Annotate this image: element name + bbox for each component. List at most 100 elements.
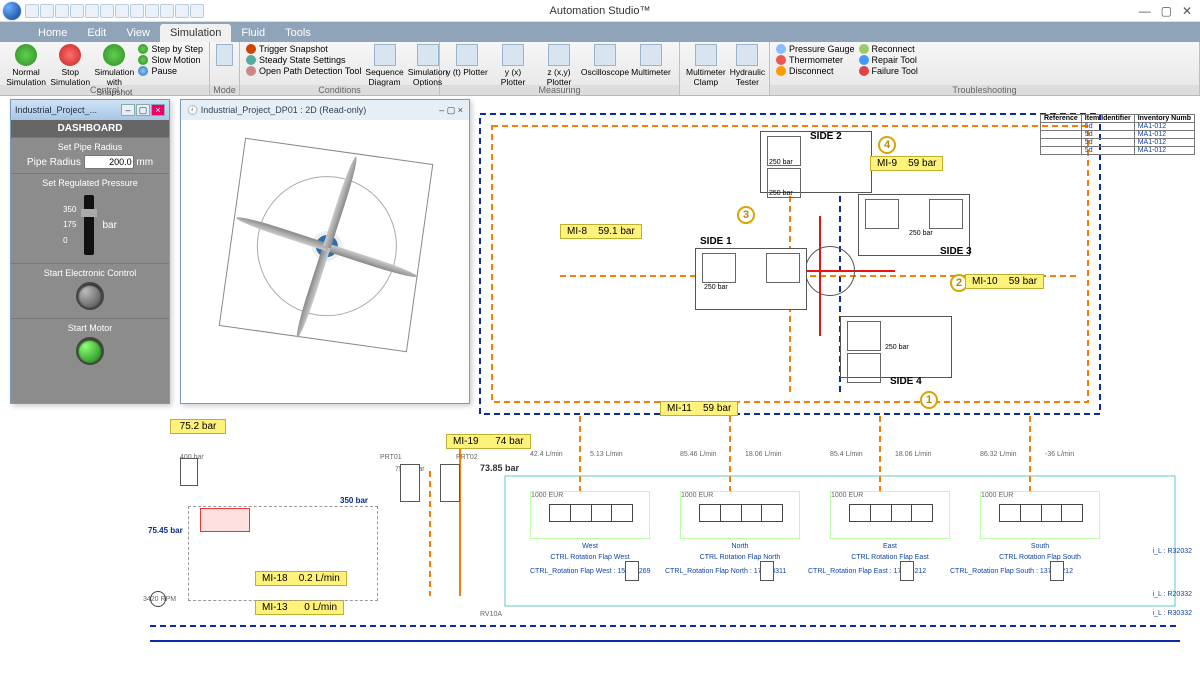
prt01-valve [400,464,420,502]
close-button[interactable]: ✕ [1182,4,1192,18]
valve-south: 1000 EUR South CTRL Rotation Flap South [980,491,1100,539]
repair-tool-button[interactable]: Repair Tool [859,55,918,65]
yx-plotter-button[interactable]: y (x) Plotter [492,44,534,87]
flow-b1: 85.46 L/min [680,451,717,458]
step-by-step-button[interactable]: Step by Step [138,44,203,54]
rlabel-2[interactable]: i_L : R20332 [1153,591,1192,598]
valve-north: 1000 EUR North CTRL Rotation Flap North [680,491,800,539]
qat-btn[interactable] [160,4,174,18]
qat-btn[interactable] [40,4,54,18]
qat-btn[interactable] [115,4,129,18]
ml75-label: 75.2 bar [170,419,226,434]
disconnect-button[interactable]: Disconnect [776,66,855,76]
qat-btn[interactable] [25,4,39,18]
dashboard-titlebar[interactable]: Industrial_Project_... –▢× [11,100,169,120]
qat-btn[interactable] [100,4,114,18]
stop-icon [59,44,81,66]
start-motor-button[interactable] [76,337,104,365]
steady-icon [246,55,256,65]
yt-plotter-button[interactable]: y (t) Plotter [446,44,488,77]
flow-a2: 5.13 L/min [590,451,623,458]
multimeter-clamp-button[interactable]: Multimeter Clamp [686,44,726,87]
rlabel-1[interactable]: i_L : R32032 [1153,548,1192,555]
qat-btn[interactable] [55,4,69,18]
pipe-radius-unit: mm [136,157,153,168]
pressure-350: 350 bar [340,496,368,505]
flow-d1: 86.32 L/min [980,451,1017,458]
play-icon [138,44,148,54]
normal-simulation-button[interactable]: Normal Simulation [6,44,46,87]
child-max-button[interactable]: ▢ [136,104,150,116]
pause-button[interactable]: Pause [138,66,203,76]
child-min-button[interactable]: – [121,104,135,116]
valve-east: 1000 EUR East CTRL Rotation Flap East [830,491,950,539]
qat-btn[interactable] [85,4,99,18]
motor-symbol [150,591,166,607]
pipe-radius-input[interactable] [84,155,134,169]
view3d-canvas[interactable] [181,120,469,403]
tab-home[interactable]: Home [28,24,77,42]
tab-fluid[interactable]: Fluid [231,24,275,42]
rv10a: RV10A [480,611,502,618]
app-orb-icon[interactable] [3,2,21,20]
qat-btn[interactable] [70,4,84,18]
child-max-button[interactable]: ▢ [447,105,456,115]
reconnect-button[interactable]: Reconnect [859,44,918,54]
child-min-button[interactable]: – [439,105,444,115]
bar-unit: bar [102,220,116,231]
thermometer-icon [776,55,786,65]
start-ec-button[interactable] [76,282,104,310]
trigger-snapshot-button[interactable]: Trigger Snapshot [246,44,361,54]
mode-button[interactable] [216,44,233,66]
mi13-label: MI-13 0 L/min [255,600,344,615]
workspace[interactable]: 250 bar 250 bar SIDE 2 250 bar SIDE 1 25… [0,96,1200,674]
valve-west: 1000 EUR West CTRL Rotation Flap West [530,491,650,539]
view3d-window[interactable]: 🕘 Industrial_Project_DP01 : 2D (Read-onl… [180,99,470,404]
multimeter-button[interactable]: Multimeter [630,44,672,77]
play-icon [138,55,148,65]
tab-edit[interactable]: Edit [77,24,116,42]
dashboard-header: DASHBOARD [11,120,169,137]
child-close-button[interactable]: × [458,105,463,115]
failure-icon [859,66,869,76]
quick-access-toolbar [25,4,204,18]
ribbon: Normal Simulation Stop Simulation Simula… [0,42,1200,96]
flow-c2: 18.06 L/min [895,451,932,458]
iris-mechanism [219,138,434,353]
steady-state-button[interactable]: Steady State Settings [246,55,361,65]
prt01: PRT01 [380,454,402,461]
side2-label: SIDE 2 [810,131,842,142]
slow-motion-button[interactable]: Slow Motion [138,55,203,65]
group-label: Troubleshooting [770,85,1199,95]
qat-btn[interactable] [130,4,144,18]
failure-tool-button[interactable]: Failure Tool [859,66,918,76]
qat-btn[interactable] [190,4,204,18]
mi9-label: MI-9 59 bar [870,156,943,171]
maximize-button[interactable]: ▢ [1161,4,1172,18]
sequence-diagram-button[interactable]: Sequence Diagram [365,44,403,87]
slider-handle[interactable] [81,209,97,217]
tab-tools[interactable]: Tools [275,24,321,42]
mi8-label: MI-8 59.1 bar [560,224,642,239]
pressure-gauge-button[interactable]: Pressure Gauge [776,44,855,54]
hydraulic-tester-button[interactable]: Hydraulic Tester [730,44,765,87]
minimize-button[interactable]: — [1139,4,1151,18]
qat-btn[interactable] [175,4,189,18]
child-close-button[interactable]: × [151,104,165,116]
side1-label: SIDE 1 [700,236,732,247]
rlabel-3[interactable]: i_L : R30332 [1153,610,1192,617]
open-path-button[interactable]: Open Path Detection Tool [246,66,361,76]
pressure-7545: 75.45 bar [148,526,183,535]
qat-btn[interactable] [145,4,159,18]
filter-south [1050,561,1064,581]
tab-view[interactable]: View [116,24,160,42]
dashboard-window[interactable]: Industrial_Project_... –▢× DASHBOARD Set… [10,99,170,404]
pressure-slider[interactable] [84,195,94,255]
stop-simulation-button[interactable]: Stop Simulation [50,44,90,87]
openpath-icon [246,66,256,76]
zxy-plotter-button[interactable]: z (x,y) Plotter [538,44,580,87]
tab-simulation[interactable]: Simulation [160,24,231,42]
thermometer-button[interactable]: Thermometer [776,55,855,65]
oscilloscope-button[interactable]: Oscilloscope [584,44,626,77]
view3d-titlebar[interactable]: 🕘 Industrial_Project_DP01 : 2D (Read-onl… [181,100,469,120]
